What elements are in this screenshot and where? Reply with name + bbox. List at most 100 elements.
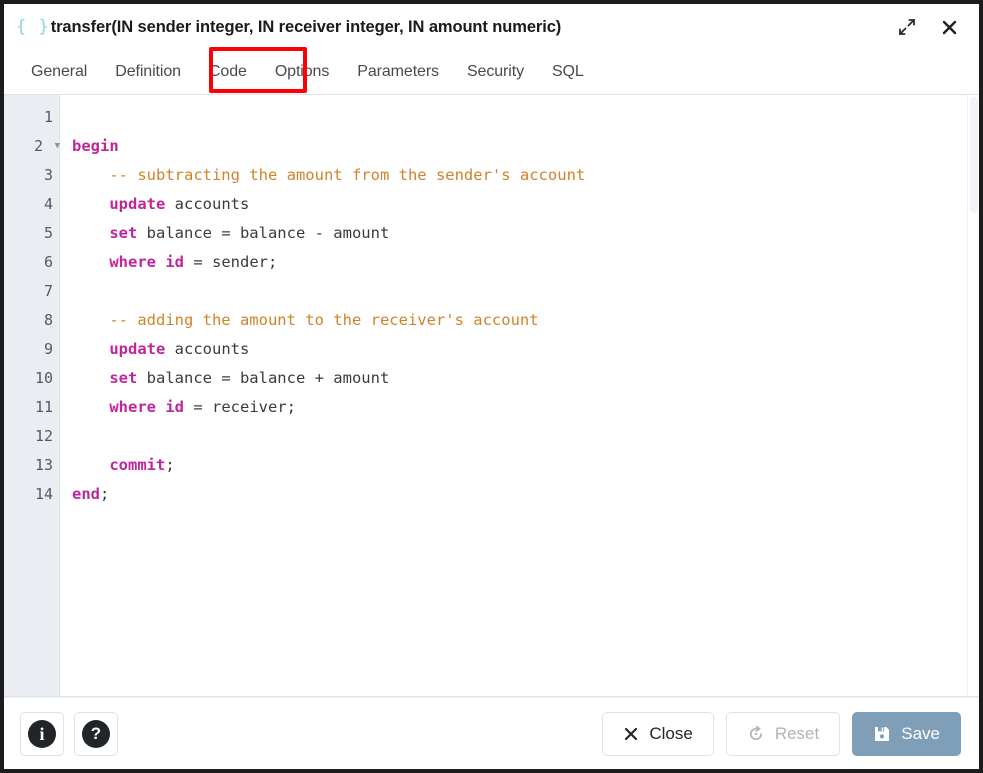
code-token xyxy=(72,398,109,416)
code-line-13: commit; xyxy=(72,451,979,480)
tab-options[interactable]: Options xyxy=(261,50,343,94)
line-number-10: 10 xyxy=(4,364,59,393)
code-token: id xyxy=(165,398,184,416)
code-text-area[interactable]: begin -- subtracting the amount from the… xyxy=(60,95,979,696)
tab-general[interactable]: General xyxy=(17,50,101,94)
code-token: commit xyxy=(109,456,165,474)
line-number-label: 7 xyxy=(44,277,53,306)
code-line-3: -- subtracting the amount from the sende… xyxy=(72,161,979,190)
code-token: id xyxy=(165,253,184,271)
close-button[interactable]: Close xyxy=(602,712,713,756)
info-icon: i xyxy=(28,720,56,748)
expand-icon[interactable] xyxy=(895,15,919,39)
tabbar: General Definition Code Options Paramete… xyxy=(4,50,979,95)
code-token: ; xyxy=(100,485,109,503)
help-icon: ? xyxy=(82,720,110,748)
line-number-3: 3 xyxy=(4,161,59,190)
curly-braces-icon: { } xyxy=(16,19,50,36)
code-line-1 xyxy=(72,103,979,132)
code-line-10: set balance = balance + amount xyxy=(72,364,979,393)
code-token xyxy=(156,398,165,416)
line-number-label: 10 xyxy=(35,364,53,393)
close-icon[interactable] xyxy=(937,15,961,39)
code-token: set xyxy=(109,369,137,387)
code-token: balance = balance - amount xyxy=(137,224,389,242)
code-token: where xyxy=(109,398,156,416)
code-token: update xyxy=(109,340,165,358)
code-token xyxy=(72,224,109,242)
editor-vertical-scrollbar[interactable] xyxy=(967,95,979,696)
tab-definition[interactable]: Definition xyxy=(101,50,195,94)
titlebar-controls xyxy=(895,15,969,39)
function-properties-dialog: { } transfer(IN sender integer, IN recei… xyxy=(4,4,979,769)
line-number-5: 5 xyxy=(4,219,59,248)
tab-parameters[interactable]: Parameters xyxy=(343,50,453,94)
code-token xyxy=(72,340,109,358)
code-line-9: update accounts xyxy=(72,335,979,364)
close-button-label: Close xyxy=(649,724,692,744)
line-number-9: 9 xyxy=(4,335,59,364)
line-number-label: 12 xyxy=(35,422,53,451)
code-line-7 xyxy=(72,277,979,306)
save-button-label: Save xyxy=(901,724,940,744)
line-number-label: 8 xyxy=(44,306,53,335)
code-token: = sender; xyxy=(184,253,277,271)
line-number-label: 3 xyxy=(44,161,53,190)
save-floppy-icon xyxy=(873,725,891,743)
code-token: begin xyxy=(72,137,119,155)
code-token: accounts xyxy=(165,195,249,213)
tab-sql[interactable]: SQL xyxy=(538,50,598,94)
line-number-label: 14 xyxy=(35,480,53,509)
line-number-12: 12 xyxy=(4,422,59,451)
code-token: = receiver; xyxy=(184,398,296,416)
dialog-footer: i ? Close xyxy=(4,697,979,769)
line-number-label: 4 xyxy=(44,190,53,219)
code-editor: 12▼34567891011121314 begin -- subtractin… xyxy=(4,95,979,697)
line-number-6: 6 xyxy=(4,248,59,277)
tab-security[interactable]: Security xyxy=(453,50,538,94)
dialog-title: transfer(IN sender integer, IN receiver … xyxy=(51,18,561,37)
code-token: -- adding the amount to the receiver's a… xyxy=(109,311,538,329)
close-x-icon xyxy=(623,726,639,742)
line-number-13: 13 xyxy=(4,451,59,480)
code-token: set xyxy=(109,224,137,242)
code-token xyxy=(156,253,165,271)
code-token: where xyxy=(109,253,156,271)
line-number-label: 5 xyxy=(44,219,53,248)
tab-code[interactable]: Code xyxy=(195,50,261,94)
titlebar-left: { } transfer(IN sender integer, IN recei… xyxy=(16,18,895,37)
line-number-1: 1 xyxy=(4,103,59,132)
code-token: ; xyxy=(165,456,174,474)
code-token: update xyxy=(109,195,165,213)
info-button[interactable]: i xyxy=(20,712,64,756)
reset-button-label: Reset xyxy=(775,724,819,744)
code-line-4: update accounts xyxy=(72,190,979,219)
save-button[interactable]: Save xyxy=(852,712,961,756)
line-number-2: 2▼ xyxy=(4,132,59,161)
line-number-label: 1 xyxy=(44,103,53,132)
help-button[interactable]: ? xyxy=(74,712,118,756)
footer-right-actions: Close Reset xyxy=(602,712,961,756)
code-token xyxy=(72,253,109,271)
editor-scrollbar-thumb[interactable] xyxy=(970,97,978,213)
code-token xyxy=(72,456,109,474)
line-number-label: 2 xyxy=(34,132,43,161)
line-number-4: 4 xyxy=(4,190,59,219)
reset-icon xyxy=(747,725,765,743)
code-token: end xyxy=(72,485,100,503)
code-line-12 xyxy=(72,422,979,451)
code-line-14: end; xyxy=(72,480,979,509)
code-token: -- subtracting the amount from the sende… xyxy=(109,166,585,184)
code-line-2: begin xyxy=(72,132,979,161)
footer-left-actions: i ? xyxy=(20,712,118,756)
line-number-14: 14 xyxy=(4,480,59,509)
line-number-label: 13 xyxy=(35,451,53,480)
code-token: balance = balance + amount xyxy=(137,369,389,387)
screenshot-root: { } transfer(IN sender integer, IN recei… xyxy=(0,0,983,773)
code-token xyxy=(72,166,109,184)
reset-button[interactable]: Reset xyxy=(726,712,840,756)
line-number-gutter: 12▼34567891011121314 xyxy=(4,95,60,696)
code-token xyxy=(72,311,109,329)
dialog-titlebar: { } transfer(IN sender integer, IN recei… xyxy=(4,4,979,50)
code-line-8: -- adding the amount to the receiver's a… xyxy=(72,306,979,335)
